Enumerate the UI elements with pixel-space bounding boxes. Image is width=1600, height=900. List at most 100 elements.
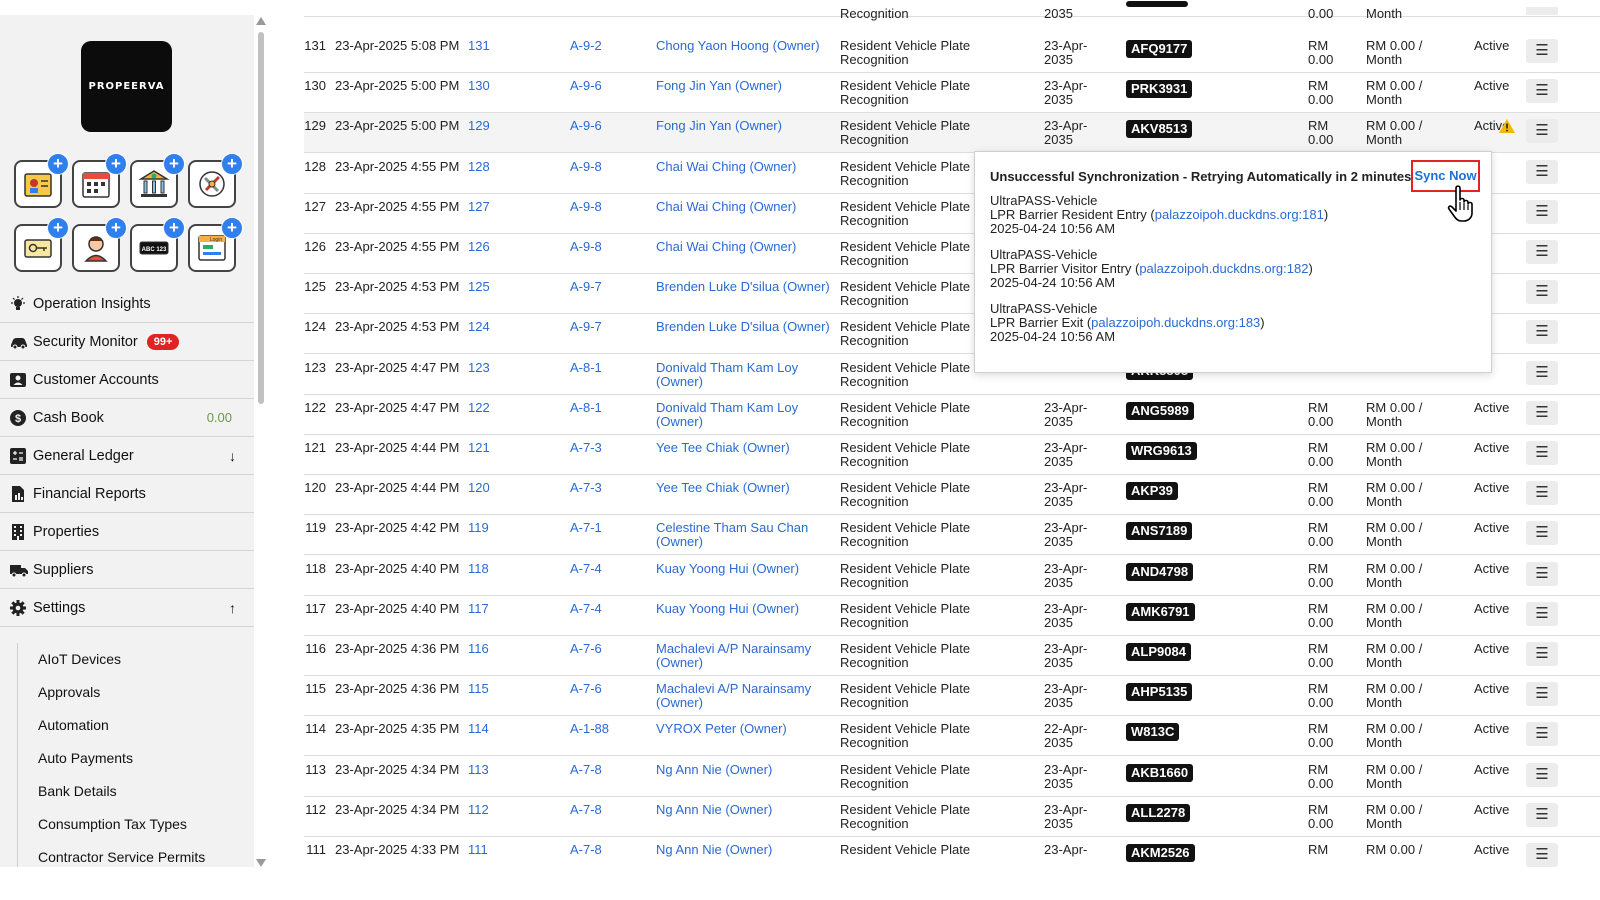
quick-tile-staff-id[interactable]: +	[14, 153, 69, 208]
cell-reference-link[interactable]: 123	[468, 360, 490, 375]
cell-unit-link[interactable]: A-7-6	[570, 682, 602, 696]
scroll-down-arrow-icon[interactable]	[256, 859, 266, 867]
row-menu-button[interactable]: ☰	[1526, 682, 1558, 707]
row-menu-button[interactable]: ☰	[1526, 39, 1558, 63]
table-row[interactable]: 120 23-Apr-2025 4:44 PM 120 A-7-3 Yee Tee Ch…	[304, 475, 1600, 516]
cell-customer-link[interactable]: Ng Ann Nie (Owner)	[656, 762, 832, 777]
cell-reference-link[interactable]: 113	[468, 762, 489, 777]
cell-unit-link[interactable]: A-7-6	[570, 642, 602, 656]
settings-subitem-auto-payments[interactable]: Auto Payments	[18, 742, 254, 775]
row-menu-button[interactable]: ☰	[1526, 119, 1558, 144]
table-row[interactable]: 118 23-Apr-2025 4:40 PM 118 A-7-4 Kuay Yoong…	[304, 556, 1600, 596]
row-menu-button[interactable]: ☰	[1526, 481, 1558, 506]
plus-icon[interactable]: +	[221, 153, 243, 175]
cell-reference-link[interactable]: 121	[468, 441, 490, 455]
cell-reference-link[interactable]: 112	[468, 802, 489, 817]
row-menu-button[interactable]: ☰	[1526, 642, 1558, 666]
table-row[interactable]: 114 23-Apr-2025 4:35 PM 114 A-1-88 VYROX Pet…	[304, 716, 1600, 757]
cell-unit-link[interactable]: A-9-7	[570, 320, 602, 334]
sidebar-item-settings[interactable]: Settings ↑	[0, 589, 254, 627]
cell-unit-link[interactable]: A-7-3	[570, 481, 602, 495]
row-menu-button[interactable]: ☰	[1526, 79, 1558, 104]
cell-unit-link[interactable]: A-7-8	[570, 843, 602, 857]
cell-customer-link[interactable]: VYROX Peter (Owner)	[656, 722, 832, 736]
row-menu-button[interactable]: ☰	[1526, 601, 1558, 626]
table-row[interactable]: 129 23-Apr-2025 5:00 PM 129 A-9-6 Fong Jin Y…	[304, 113, 1600, 154]
sidebar-item-general-ledger[interactable]: General Ledger ↓	[0, 437, 254, 475]
row-menu-button[interactable]: ☰	[1526, 320, 1558, 345]
table-row[interactable]: 119 23-Apr-2025 4:42 PM 119 A-7-1 Celestine …	[304, 515, 1600, 556]
cell-reference-link[interactable]: 117	[468, 601, 489, 616]
cell-reference-link[interactable]: 130	[468, 79, 490, 93]
cell-customer-link[interactable]: Ng Ann Nie (Owner)	[656, 843, 832, 857]
cell-customer-link[interactable]: Chai Wai Ching (Owner)	[656, 240, 832, 254]
cell-unit-link[interactable]: A-7-4	[570, 601, 602, 616]
row-menu-button[interactable]: ☰	[1526, 561, 1558, 586]
table-row[interactable]: 131 23-Apr-2025 5:08 PM 131 A-9-2 Chong Yaon…	[304, 33, 1600, 73]
cell-unit-link[interactable]: A-8-1	[570, 360, 602, 375]
sidebar-item-properties[interactable]: Properties	[0, 513, 254, 551]
cell-unit-link[interactable]: A-1-88	[570, 722, 609, 736]
table-row[interactable]: 113 23-Apr-2025 4:34 PM 113 A-7-8 Ng Ann Nie…	[304, 757, 1600, 797]
settings-subitem-bank-details[interactable]: Bank Details	[18, 775, 254, 808]
cell-unit-link[interactable]: A-9-8	[570, 159, 602, 174]
row-menu-button[interactable]: ☰	[1526, 240, 1558, 264]
cell-reference-link[interactable]: 111	[468, 843, 488, 857]
sidebar-item-operation-insights[interactable]: Operation Insights	[0, 285, 254, 323]
plus-icon[interactable]: +	[47, 153, 69, 175]
cell-customer-link[interactable]: Yee Tee Chiak (Owner)	[656, 481, 832, 495]
plus-icon[interactable]: +	[163, 153, 185, 175]
cell-unit-link[interactable]: A-7-8	[570, 762, 602, 777]
cell-customer-link[interactable]: Ng Ann Nie (Owner)	[656, 802, 832, 817]
sidebar-item-suppliers[interactable]: Suppliers	[0, 551, 254, 589]
plus-icon[interactable]: +	[105, 153, 127, 175]
sidebar-item-security-monitor[interactable]: Security Monitor 99+	[0, 323, 254, 361]
settings-subitem-approvals[interactable]: Approvals	[18, 676, 254, 709]
entry-host-link[interactable]: palazzoipoh.duckdns.org:181	[1155, 207, 1324, 222]
row-menu-button[interactable]: ☰	[1526, 280, 1558, 305]
quick-tile-bank[interactable]: +	[130, 153, 185, 208]
quick-tile-resident[interactable]: +	[72, 217, 127, 272]
row-menu-button[interactable]: ☰	[1526, 400, 1558, 425]
cell-customer-link[interactable]: Fong Jin Yan (Owner)	[656, 79, 832, 93]
sidebar-item-financial-reports[interactable]: Financial Reports	[0, 475, 254, 513]
row-menu-button[interactable]: ☰	[1526, 802, 1558, 827]
cell-customer-link[interactable]: Yee Tee Chiak (Owner)	[656, 441, 832, 455]
cell-reference-link[interactable]: 128	[468, 159, 490, 174]
cell-reference-link[interactable]: 116	[468, 642, 489, 656]
plus-icon[interactable]: +	[163, 217, 185, 239]
settings-subitem-contractor-service-permits[interactable]: Contractor Service Permits	[18, 841, 254, 867]
cell-customer-link[interactable]: Brenden Luke D'silua (Owner)	[656, 320, 832, 334]
row-menu-button[interactable]: ☰	[1526, 199, 1558, 224]
quick-tile-login-panel[interactable]: Login +	[188, 217, 243, 272]
cell-unit-link[interactable]: A-7-8	[570, 802, 602, 817]
plus-icon[interactable]: +	[105, 217, 127, 239]
settings-subitem-consumption-tax-types[interactable]: Consumption Tax Types	[18, 808, 254, 841]
cell-customer-link[interactable]: Machalevi A/P Narainsamy (Owner)	[656, 682, 832, 710]
cell-reference-link[interactable]: 124	[468, 320, 490, 334]
cell-reference-link[interactable]: 122	[468, 400, 490, 415]
company-logo[interactable]: PROPEERVA	[81, 41, 172, 132]
cell-unit-link[interactable]: A-9-6	[570, 79, 602, 93]
cell-unit-link[interactable]: A-9-8	[570, 240, 602, 254]
cell-customer-link[interactable]: Kuay Yoong Hui (Owner)	[656, 561, 832, 576]
table-row[interactable]: 121 23-Apr-2025 4:44 PM 121 A-7-3 Yee Tee Ch…	[304, 435, 1600, 475]
row-menu-button[interactable]: ☰	[1526, 762, 1558, 787]
quick-tile-tools[interactable]: +	[188, 153, 243, 208]
cell-unit-link[interactable]: A-7-3	[570, 441, 602, 455]
cell-customer-link[interactable]: Chai Wai Ching (Owner)	[656, 159, 832, 174]
cell-customer-link[interactable]: Kuay Yoong Hui (Owner)	[656, 601, 832, 616]
quick-tile-plate-reader[interactable]: ABC 123 +	[130, 217, 185, 272]
warning-icon[interactable]	[1498, 118, 1516, 137]
cell-reference-link[interactable]: 126	[468, 240, 490, 254]
cell-reference-link[interactable]: 125	[468, 280, 490, 294]
cell-customer-link[interactable]: Machalevi A/P Narainsamy (Owner)	[656, 642, 832, 670]
expand-arrow-icon[interactable]: ↓	[229, 448, 236, 464]
cell-reference-link[interactable]: 120	[468, 481, 490, 495]
table-row[interactable]: 117 23-Apr-2025 4:40 PM 117 A-7-4 Kuay Yoong…	[304, 596, 1600, 636]
sidebar-item-cash-book[interactable]: $ Cash Book 0.00	[0, 399, 254, 437]
cell-customer-link[interactable]: Donivald Tham Kam Loy (Owner)	[656, 400, 832, 429]
cell-reference-link[interactable]: 129	[468, 119, 490, 133]
row-menu-button[interactable]: ☰	[1526, 441, 1558, 465]
cell-unit-link[interactable]: A-9-6	[570, 119, 602, 133]
